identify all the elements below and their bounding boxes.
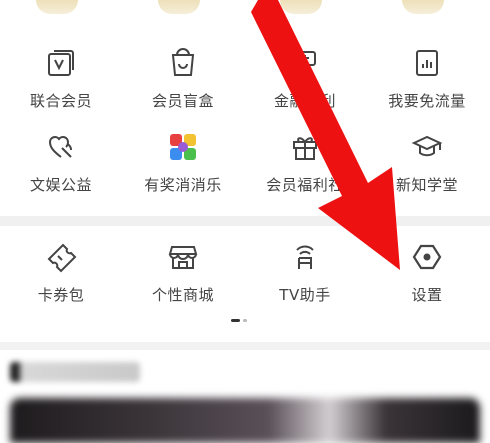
grid-label: 卡券包 bbox=[37, 286, 85, 304]
store-icon bbox=[166, 240, 200, 274]
gift-icon bbox=[288, 130, 322, 164]
ticket-icon bbox=[44, 240, 78, 274]
grid-item-blind-box[interactable]: 会员盲盒 bbox=[122, 46, 244, 126]
grid-label: 会员福利社 bbox=[266, 176, 344, 194]
section-divider bbox=[0, 216, 490, 226]
blind-box-icon bbox=[166, 46, 200, 80]
grid-item-charity[interactable]: 文娱公益 bbox=[0, 130, 122, 210]
grid-label: 会员盲盒 bbox=[151, 92, 214, 110]
grid-label: TV助手 bbox=[279, 286, 331, 304]
grid-item-finance-welfare[interactable]: 金融福利 bbox=[244, 46, 366, 126]
free-data-icon bbox=[410, 46, 444, 80]
match-game-icon bbox=[166, 130, 200, 164]
grid-label: 有奖消消乐 bbox=[144, 176, 222, 194]
tv-broadcast-icon bbox=[288, 240, 322, 274]
grid-item-free-data[interactable]: 我要免流量 bbox=[366, 46, 488, 126]
grid-item-personal-store[interactable]: 个性商城 bbox=[122, 240, 244, 320]
grid-item-coupon-wallet[interactable]: 卡券包 bbox=[0, 240, 122, 320]
graduation-cap-icon bbox=[410, 130, 444, 164]
grid-item-knowledge-school[interactable]: 新知学堂 bbox=[366, 130, 488, 210]
grid-label: 金融福利 bbox=[273, 92, 336, 110]
grid-label: 设置 bbox=[411, 286, 443, 304]
grid-label: 联合会员 bbox=[29, 92, 92, 110]
charity-heart-icon bbox=[44, 130, 78, 164]
joint-membership-icon bbox=[44, 46, 78, 80]
grid-label: 我要免流量 bbox=[388, 92, 466, 110]
grid-label: 个性商城 bbox=[151, 286, 214, 304]
grid-item-joint-membership[interactable]: 联合会员 bbox=[0, 46, 122, 126]
page-dot-active bbox=[231, 319, 240, 322]
grid-item-match-game[interactable]: 有奖消消乐 bbox=[122, 130, 244, 210]
page-dot bbox=[243, 319, 247, 322]
grid-item-tv-assistant[interactable]: TV助手 bbox=[244, 240, 366, 320]
blurred-section-title bbox=[10, 362, 140, 382]
blurred-banner-image[interactable] bbox=[10, 398, 480, 443]
grid-item-member-welfare[interactable]: 会员福利社 bbox=[244, 130, 366, 210]
grid-label: 新知学堂 bbox=[395, 176, 458, 194]
settings-hexagon-icon bbox=[410, 240, 444, 274]
finance-welfare-icon bbox=[288, 46, 322, 80]
grid-label: 文娱公益 bbox=[29, 176, 92, 194]
page-indicator bbox=[231, 319, 247, 322]
grid-item-settings[interactable]: 设置 bbox=[366, 240, 488, 320]
